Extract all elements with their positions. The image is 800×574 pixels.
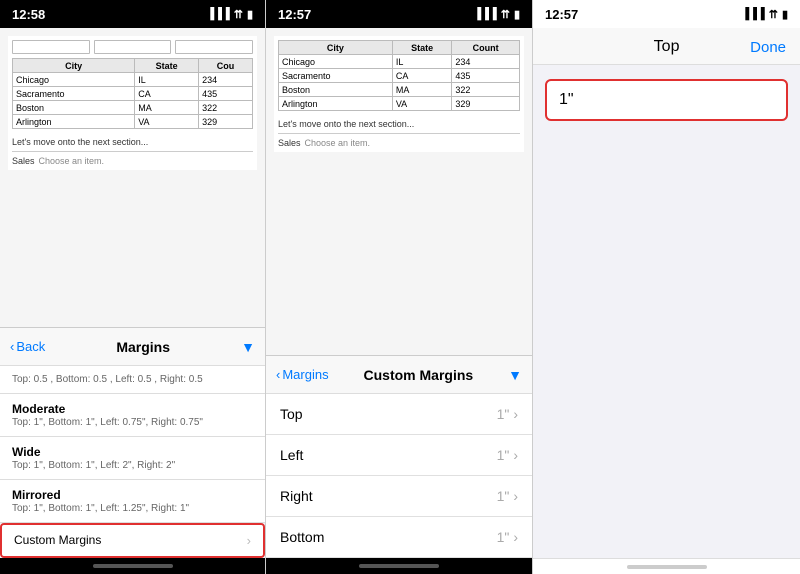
margin-item-moderate[interactable]: Moderate Top: 1", Bottom: 1", Left: 0.75… bbox=[0, 394, 265, 437]
chevron-right-icon: › bbox=[247, 533, 251, 548]
battery-icon-3: ▮ bbox=[782, 8, 788, 21]
custom-margins-nav-bar: ‹ Margins Custom Margins ▼ bbox=[266, 356, 532, 394]
margin-item-wide[interactable]: Wide Top: 1", Bottom: 1", Left: 2", Righ… bbox=[0, 437, 265, 480]
table-row: ArlingtonVA329 bbox=[13, 115, 253, 129]
dropdown-2[interactable]: Sales Choose an item. bbox=[278, 138, 520, 148]
wifi-icon: ⇈ bbox=[234, 8, 243, 21]
custom-margins-list: Top 1" › Left 1" › Right 1" › bbox=[266, 394, 532, 558]
dropdown-1[interactable]: Sales Choose an item. bbox=[12, 156, 253, 166]
time-1: 12:58 bbox=[12, 7, 45, 22]
signal-icon-2: ▐▐▐ bbox=[473, 8, 496, 20]
margin-item-normal[interactable]: Top: 0.5 , Bottom: 0.5 , Left: 0.5 , Rig… bbox=[0, 366, 265, 394]
battery-icon: ▮ bbox=[247, 8, 253, 21]
status-bar-2: 12:57 ▐▐▐ ⇈ ▮ bbox=[266, 0, 532, 28]
custom-margins-title: Custom Margins bbox=[335, 367, 503, 383]
doc-content-2: City State Count ChicagoIL234SacramentoC… bbox=[266, 28, 532, 355]
cm-right[interactable]: Right 1" › bbox=[266, 476, 532, 517]
back-chevron-icon: ‹ bbox=[10, 339, 14, 354]
chevron-right-icon-left: › bbox=[513, 447, 518, 463]
doc-text-2: Let's move onto the next section... bbox=[278, 119, 520, 129]
back-button-1[interactable]: ‹ Back bbox=[10, 339, 45, 354]
wifi-icon-3: ⇈ bbox=[769, 8, 778, 21]
custom-margins-panel: ‹ Margins Custom Margins ▼ Top 1" › Left… bbox=[266, 355, 532, 574]
time-3: 12:57 bbox=[545, 7, 578, 22]
wifi-icon-2: ⇈ bbox=[501, 8, 510, 21]
table-row: BostonMA322 bbox=[279, 83, 520, 97]
doc-text-1: Let's move onto the next section... bbox=[12, 137, 253, 147]
top-value-input[interactable]: 1" bbox=[545, 79, 788, 121]
home-indicator-3 bbox=[627, 565, 707, 569]
table-row: ChicagoIL234 bbox=[13, 73, 253, 87]
panel-margins: 12:58 ▐▐▐ ⇈ ▮ City State Cou bbox=[0, 0, 266, 574]
dropdown-arrow-icon[interactable]: ▼ bbox=[241, 339, 255, 355]
table-row: ArlingtonVA329 bbox=[279, 97, 520, 111]
status-icons-1: ▐▐▐ ⇈ ▮ bbox=[206, 8, 253, 21]
chevron-right-icon-right: › bbox=[513, 488, 518, 504]
margin-item-mirrored[interactable]: Mirrored Top: 1", Bottom: 1", Left: 1.25… bbox=[0, 480, 265, 523]
home-indicator-2 bbox=[359, 564, 439, 568]
home-bar-2 bbox=[266, 558, 532, 574]
status-bar-1: 12:58 ▐▐▐ ⇈ ▮ bbox=[0, 0, 265, 28]
cm-bottom[interactable]: Bottom 1" › bbox=[266, 517, 532, 558]
data-table-2: City State Count ChicagoIL234SacramentoC… bbox=[278, 40, 520, 111]
margins-list: Top: 0.5 , Bottom: 0.5 , Left: 0.5 , Rig… bbox=[0, 366, 265, 558]
top-nav-title: Top bbox=[654, 38, 680, 56]
status-icons-3: ▐▐▐ ⇈ ▮ bbox=[741, 8, 788, 21]
panel-top-input: 12:57 ▐▐▐ ⇈ ▮ Top Done 1" bbox=[533, 0, 800, 574]
cm-top[interactable]: Top 1" › bbox=[266, 394, 532, 435]
back-button-2[interactable]: ‹ Margins bbox=[276, 367, 329, 382]
custom-margins-item[interactable]: Custom Margins › bbox=[0, 523, 265, 558]
top-input-screen: Top Done 1" bbox=[533, 28, 800, 558]
battery-icon-2: ▮ bbox=[514, 8, 520, 21]
table-row: SacramentoCA435 bbox=[279, 69, 520, 83]
home-bar-1 bbox=[0, 558, 265, 574]
status-bar-3: 12:57 ▐▐▐ ⇈ ▮ bbox=[533, 0, 800, 28]
margins-title: Margins bbox=[51, 339, 235, 355]
top-nav: Top Done bbox=[533, 28, 800, 65]
signal-icon-3: ▐▐▐ bbox=[741, 8, 764, 20]
data-table-1: City State Cou ChicagoIL234SacramentoCA4… bbox=[12, 58, 253, 129]
margins-nav-bar: ‹ Back Margins ▼ bbox=[0, 328, 265, 366]
done-button[interactable]: Done bbox=[750, 39, 786, 56]
table-row: SacramentoCA435 bbox=[13, 87, 253, 101]
cm-left[interactable]: Left 1" › bbox=[266, 435, 532, 476]
table-row: ChicagoIL234 bbox=[279, 55, 520, 69]
doc-content-1: City State Cou ChicagoIL234SacramentoCA4… bbox=[0, 28, 265, 327]
signal-icon: ▐▐▐ bbox=[206, 8, 229, 20]
dropdown-arrow-icon-2[interactable]: ▼ bbox=[508, 367, 522, 383]
table-row: BostonMA322 bbox=[13, 101, 253, 115]
chevron-right-icon-top: › bbox=[513, 406, 518, 422]
home-indicator-1 bbox=[93, 564, 173, 568]
chevron-right-icon-bottom: › bbox=[513, 529, 518, 545]
panel-custom-margins: 12:57 ▐▐▐ ⇈ ▮ City State Count ChicagoIL… bbox=[266, 0, 533, 574]
time-2: 12:57 bbox=[278, 7, 311, 22]
back-chevron-icon-2: ‹ bbox=[276, 367, 280, 382]
home-bar-3 bbox=[533, 558, 800, 574]
margins-panel: ‹ Back Margins ▼ Top: 0.5 , Bottom: 0.5 … bbox=[0, 327, 265, 574]
status-icons-2: ▐▐▐ ⇈ ▮ bbox=[473, 8, 520, 21]
